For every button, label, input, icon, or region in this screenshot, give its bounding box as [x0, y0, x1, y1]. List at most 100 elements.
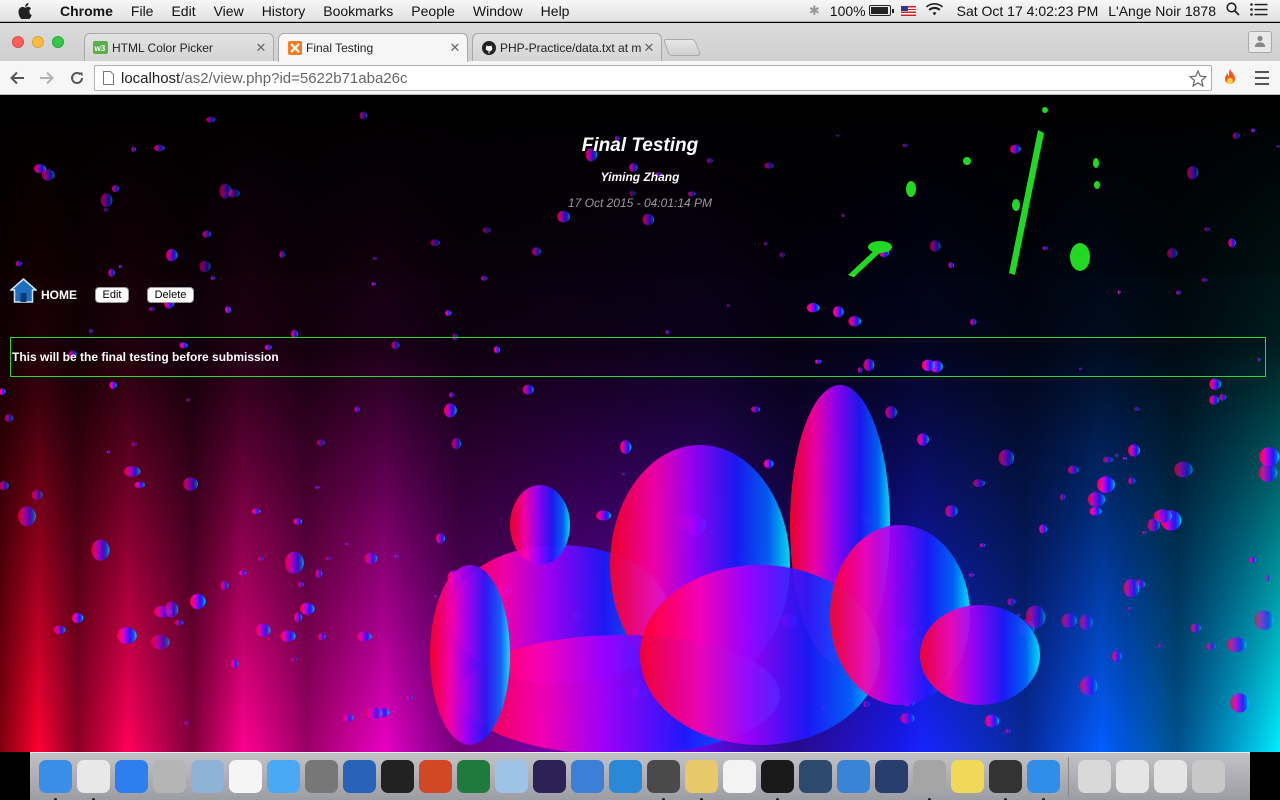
screenshot-window-2-icon[interactable]: [1153, 760, 1187, 793]
browser-toolbar: localhost/as2/view.php?id=5622b71aba26c: [0, 61, 1280, 95]
xampp-icon: [287, 41, 302, 56]
person-icon: [1254, 35, 1266, 50]
menu-bar: Chrome File Edit View History Bookmarks …: [0, 0, 1280, 22]
intellij-icon[interactable]: [570, 760, 604, 793]
xcode-icon[interactable]: [836, 760, 870, 793]
notes-icon[interactable]: [684, 760, 718, 800]
arrow-right-icon: [40, 71, 54, 84]
edit-button[interactable]: Edit: [95, 287, 129, 303]
menu-window[interactable]: Window: [464, 3, 532, 19]
apple-icon[interactable]: [18, 2, 34, 19]
mysql-workbench-icon[interactable]: [798, 760, 832, 793]
word-icon[interactable]: [342, 760, 376, 793]
post-actions: HOME Edit Delete: [10, 278, 194, 303]
quicktime-icon[interactable]: [874, 760, 908, 793]
stickies-icon[interactable]: [950, 760, 984, 793]
bookmark-star-icon[interactable]: [1185, 69, 1211, 87]
arrow-left-icon: [10, 71, 24, 84]
post-title: Final Testing: [581, 135, 699, 156]
post-content: This will be the final testing before su…: [10, 337, 1266, 377]
post-header: Final Testing Yiming Zhang 17 Oct 2015 -…: [0, 135, 1280, 210]
wifi-icon[interactable]: [925, 2, 943, 19]
terminal-icon[interactable]: [760, 760, 794, 800]
window-minimize-button[interactable]: [32, 36, 44, 48]
qq-icon[interactable]: [380, 760, 414, 793]
menu-file[interactable]: File: [122, 3, 163, 19]
tab-label: PHP-Practice/data.txt at m: [500, 40, 642, 55]
messages-icon[interactable]: [266, 760, 300, 793]
menu-clock[interactable]: Sat Oct 17 4:02:23 PM: [957, 3, 1099, 19]
menu-bookmarks[interactable]: Bookmarks: [314, 3, 402, 19]
chrome-menu-button[interactable]: [1252, 69, 1272, 87]
printer-icon[interactable]: [988, 760, 1022, 800]
url-path: /as2/view.php?id=5622b71aba26c: [180, 69, 408, 87]
tab-label: HTML Color Picker: [112, 40, 213, 55]
trash-icon[interactable]: [1191, 760, 1225, 793]
battery-icon: [868, 5, 894, 16]
reload-icon: [71, 71, 83, 84]
safari-icon[interactable]: [114, 760, 148, 793]
finder-icon[interactable]: [38, 760, 72, 800]
home-icon: [10, 278, 37, 303]
menu-people[interactable]: People: [402, 3, 464, 19]
screenshot-window-icon[interactable]: [1115, 760, 1149, 793]
eclipse-icon[interactable]: [532, 760, 566, 793]
extension-fire-icon[interactable]: [1220, 68, 1240, 88]
battery-status[interactable]: 100%: [829, 2, 894, 19]
tab-close-icon[interactable]: ✕: [255, 40, 267, 56]
post-date: 17 Oct 2015 - 04:01:14 PM: [567, 196, 713, 210]
sublime-text-icon[interactable]: [646, 760, 680, 800]
menu-history[interactable]: History: [253, 3, 315, 19]
tab-strip: w3 HTML Color Picker ✕ Final Testing ✕ P…: [0, 23, 1280, 62]
page-icon: [97, 71, 119, 85]
system-preferences-icon[interactable]: [304, 760, 338, 793]
preview-icon[interactable]: [190, 760, 224, 793]
delete-button[interactable]: Delete: [147, 287, 194, 303]
menu-view[interactable]: View: [205, 3, 253, 19]
home-link[interactable]: HOME: [10, 278, 77, 303]
powerpoint-icon[interactable]: [418, 760, 452, 793]
w3schools-icon: w3: [93, 40, 108, 55]
archive-icon[interactable]: [1077, 760, 1111, 793]
input-source-flag-icon[interactable]: [900, 5, 916, 16]
forward-button[interactable]: [34, 65, 60, 91]
github-icon: [481, 40, 496, 55]
menu-app-name[interactable]: Chrome: [46, 3, 122, 19]
dock-separator: [1068, 756, 1069, 797]
url-host: localhost: [121, 69, 181, 87]
url-text[interactable]: localhost/as2/view.php?id=5622b71aba26c: [119, 70, 1185, 87]
menu-help[interactable]: Help: [532, 3, 579, 19]
svg-text:w3: w3: [94, 44, 106, 53]
calendar-icon[interactable]: [228, 760, 262, 793]
dock: [30, 752, 1250, 800]
new-tab-button[interactable]: [662, 39, 702, 56]
bluetooth-icon[interactable]: ✱: [809, 3, 820, 19]
wunderlist-icon[interactable]: [608, 760, 642, 793]
tab-label: Final Testing: [306, 41, 374, 55]
tab-github-data-txt[interactable]: PHP-Practice/data.txt at m ✕: [472, 33, 662, 61]
tab-final-testing[interactable]: Final Testing ✕: [278, 33, 468, 62]
reload-button[interactable]: [64, 65, 90, 91]
tab-html-color-picker[interactable]: w3 HTML Color Picker ✕: [84, 33, 274, 61]
notification-center-icon[interactable]: [1250, 2, 1268, 19]
tab-close-icon[interactable]: ✕: [643, 40, 655, 56]
back-button[interactable]: [4, 65, 30, 91]
battery-percent: 100%: [829, 2, 866, 19]
settings-icon[interactable]: [912, 760, 946, 800]
tab-close-icon[interactable]: ✕: [449, 40, 461, 56]
home-label: HOME: [41, 288, 77, 302]
calculator-icon[interactable]: [152, 760, 186, 793]
address-bar[interactable]: localhost/as2/view.php?id=5622b71aba26c: [94, 65, 1212, 91]
profile-button[interactable]: [1248, 31, 1272, 53]
virtualbox-icon[interactable]: [494, 760, 528, 793]
page-viewport: Final Testing Yiming Zhang 17 Oct 2015 -…: [0, 95, 1280, 752]
photos-icon[interactable]: [722, 760, 756, 793]
spotlight-search-icon[interactable]: [1226, 2, 1240, 19]
window-zoom-button[interactable]: [52, 36, 64, 48]
window-close-button[interactable]: [12, 36, 24, 48]
icloud-icon[interactable]: [1026, 760, 1060, 800]
excel-icon[interactable]: [456, 760, 490, 793]
menu-user[interactable]: L'Ange Noir 1878: [1108, 3, 1216, 19]
chrome-icon[interactable]: [76, 760, 110, 800]
menu-edit[interactable]: Edit: [162, 3, 204, 19]
